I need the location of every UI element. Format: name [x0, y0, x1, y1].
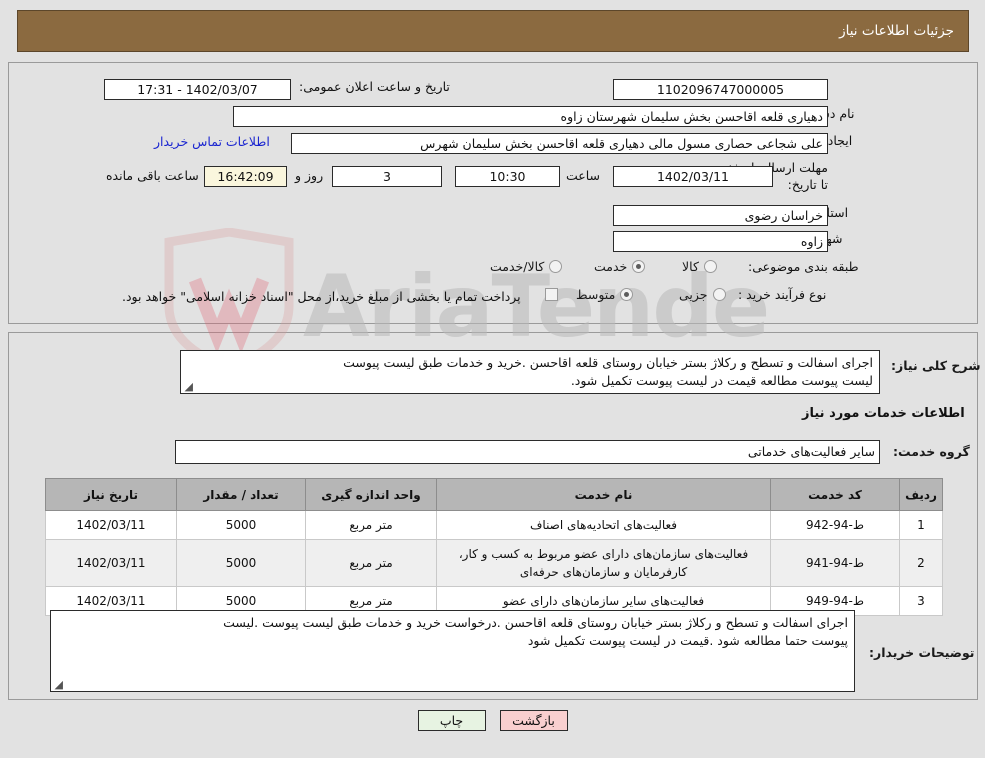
city-value[interactable]: زاوه: [613, 231, 828, 252]
category-option-khedmat[interactable]: خدمت: [594, 259, 646, 274]
buyer-notes-line1: اجرای اسفالت و تسطح و رکلاژ بستر خیابان …: [223, 615, 848, 630]
th-name: نام خدمت: [436, 478, 771, 511]
cell-unit: متر مربع: [305, 510, 437, 540]
table-header-row: ردیف کد خدمت نام خدمت واحد اندازه گیری ت…: [45, 478, 943, 511]
service-group-value[interactable]: سایر فعالیت‌های خدماتی: [175, 440, 880, 464]
category-option-khedmat-label: خدمت: [594, 259, 628, 274]
deadline-days-label: روز و: [295, 168, 324, 183]
deadline-countdown-label: ساعت باقی مانده: [106, 168, 199, 183]
process-option-jozii-label: جزیی: [679, 287, 708, 302]
page-title: جزئیات اطلاعات نیاز: [839, 23, 954, 39]
deadline-time-value[interactable]: 10:30: [455, 166, 560, 187]
announce-datetime-value[interactable]: 1402/03/07 - 17:31: [104, 79, 291, 100]
resize-grip-icon[interactable]: ◢: [184, 381, 193, 392]
category-option-kala[interactable]: کالا: [682, 259, 717, 274]
table-row: 2 ط-94-941 فعالیت‌های سازمان‌های دارای ع…: [45, 539, 943, 587]
page-header: جزئیات اطلاعات نیاز: [17, 10, 969, 52]
treasury-bond-text: پرداخت تمام یا بخشی از مبلغ خرید،از محل …: [122, 289, 521, 304]
cell-name: فعالیت‌های سازمان‌های دارای عضو مربوط به…: [436, 539, 771, 587]
process-option-jozii[interactable]: جزیی: [679, 287, 726, 302]
process-option-motevaset-label: متوسط: [576, 287, 616, 302]
cell-unit: متر مربع: [305, 539, 437, 587]
process-type-label-wrap: نوع فرآیند خرید :: [738, 287, 826, 304]
announce-datetime-label: تاریخ و ساعت اعلان عمومی:: [299, 79, 450, 94]
service-group-label: گروه خدمت:: [893, 444, 970, 459]
need-summary-textarea[interactable]: اجرای اسفالت و تسطح و رکلاژ بستر خیابان …: [180, 350, 880, 394]
radio-kala-khedmat-icon[interactable]: [549, 260, 563, 273]
cell-code: ط-94-942: [770, 510, 900, 540]
cell-name: فعالیت‌های اتحادیه‌های اصناف: [436, 510, 771, 540]
buyer-contact-link[interactable]: اطلاعات تماس خریدار: [154, 134, 270, 149]
resize-grip-icon[interactable]: ◢: [54, 679, 63, 690]
radio-khedmat-icon[interactable]: [632, 260, 646, 273]
buyer-notes-line2: پیوست حتما مطالعه شود .قیمت در لیست پیوس…: [527, 633, 848, 649]
province-value[interactable]: خراسان رضوی: [613, 205, 828, 226]
cell-code: ط-94-941: [770, 539, 900, 587]
back-button[interactable]: بازگشت: [499, 710, 568, 731]
cell-date: 1402/03/11: [45, 510, 177, 540]
deadline-countdown-value: 16:42:09: [204, 166, 287, 187]
th-qty: تعداد / مقدار: [176, 478, 306, 511]
treasury-bond-checkbox[interactable]: [545, 288, 558, 301]
services-table-wrap: ردیف کد خدمت نام خدمت واحد اندازه گیری ت…: [45, 478, 943, 616]
cell-row: 1: [899, 510, 943, 540]
need-summary-line1: اجرای اسفالت و تسطح و رکلاژ بستر خیابان …: [343, 355, 873, 370]
category-label-wrap: طبقه بندی موضوعی:: [748, 259, 859, 276]
category-label: طبقه بندی موضوعی:: [748, 259, 859, 274]
radio-motevaset-icon[interactable]: [620, 288, 634, 301]
deadline-days-value[interactable]: 3: [332, 166, 442, 187]
need-summary-line2: لیست پیوست مطالعه قیمت در لیست پیوست تکم…: [570, 373, 873, 389]
th-date: تاریخ نیاز: [45, 478, 177, 511]
buyer-notes-textarea[interactable]: اجرای اسفالت و تسطح و رکلاژ بستر خیابان …: [50, 610, 855, 692]
services-section-heading: اطلاعات خدمات مورد نیاز: [802, 406, 965, 421]
cell-row: 2: [899, 539, 943, 587]
cell-row: 3: [899, 586, 943, 616]
th-row: ردیف: [899, 478, 943, 511]
cell-date: 1402/03/11: [45, 539, 177, 587]
footer-button-bar: بازگشت چاپ: [0, 710, 985, 731]
process-option-motevaset[interactable]: متوسط: [576, 287, 634, 302]
buyer-notes-label: توضیحات خریدار:: [869, 645, 975, 660]
process-type-label: نوع فرآیند خرید :: [738, 287, 827, 302]
requester-value[interactable]: علی شجاعی حصاری مسول مالی دهیاری قلعه اق…: [291, 133, 828, 154]
deadline-time-label: ساعت: [566, 168, 601, 183]
need-summary-label: شرح کلی نیاز:: [891, 358, 981, 373]
announce-datetime-label-wrap: تاریخ و ساعت اعلان عمومی:: [299, 79, 450, 96]
cell-qty: 5000: [176, 510, 306, 540]
deadline-date-value[interactable]: 1402/03/11: [613, 166, 773, 187]
radio-kala-icon[interactable]: [703, 260, 717, 273]
cell-qty: 5000: [176, 539, 306, 587]
category-option-kala-label: کالا: [682, 259, 699, 274]
need-number-value[interactable]: 1102096747000005: [613, 79, 828, 100]
table-row: 1 ط-94-942 فعالیت‌های اتحادیه‌های اصناف …: [45, 510, 943, 540]
category-option-kala-khedmat-label: کالا/خدمت: [490, 259, 545, 274]
top-info-panel: [8, 62, 978, 324]
category-option-kala-khedmat[interactable]: کالا/خدمت: [490, 259, 563, 274]
radio-jozii-icon[interactable]: [712, 288, 726, 301]
buyer-org-value[interactable]: دهیاری قلعه اقاحسن بخش سلیمان شهرستان زا…: [233, 106, 828, 127]
th-unit: واحد اندازه گیری: [305, 478, 437, 511]
th-code: کد خدمت: [770, 478, 900, 511]
services-table: ردیف کد خدمت نام خدمت واحد اندازه گیری ت…: [45, 478, 943, 616]
print-button[interactable]: چاپ: [417, 710, 486, 731]
